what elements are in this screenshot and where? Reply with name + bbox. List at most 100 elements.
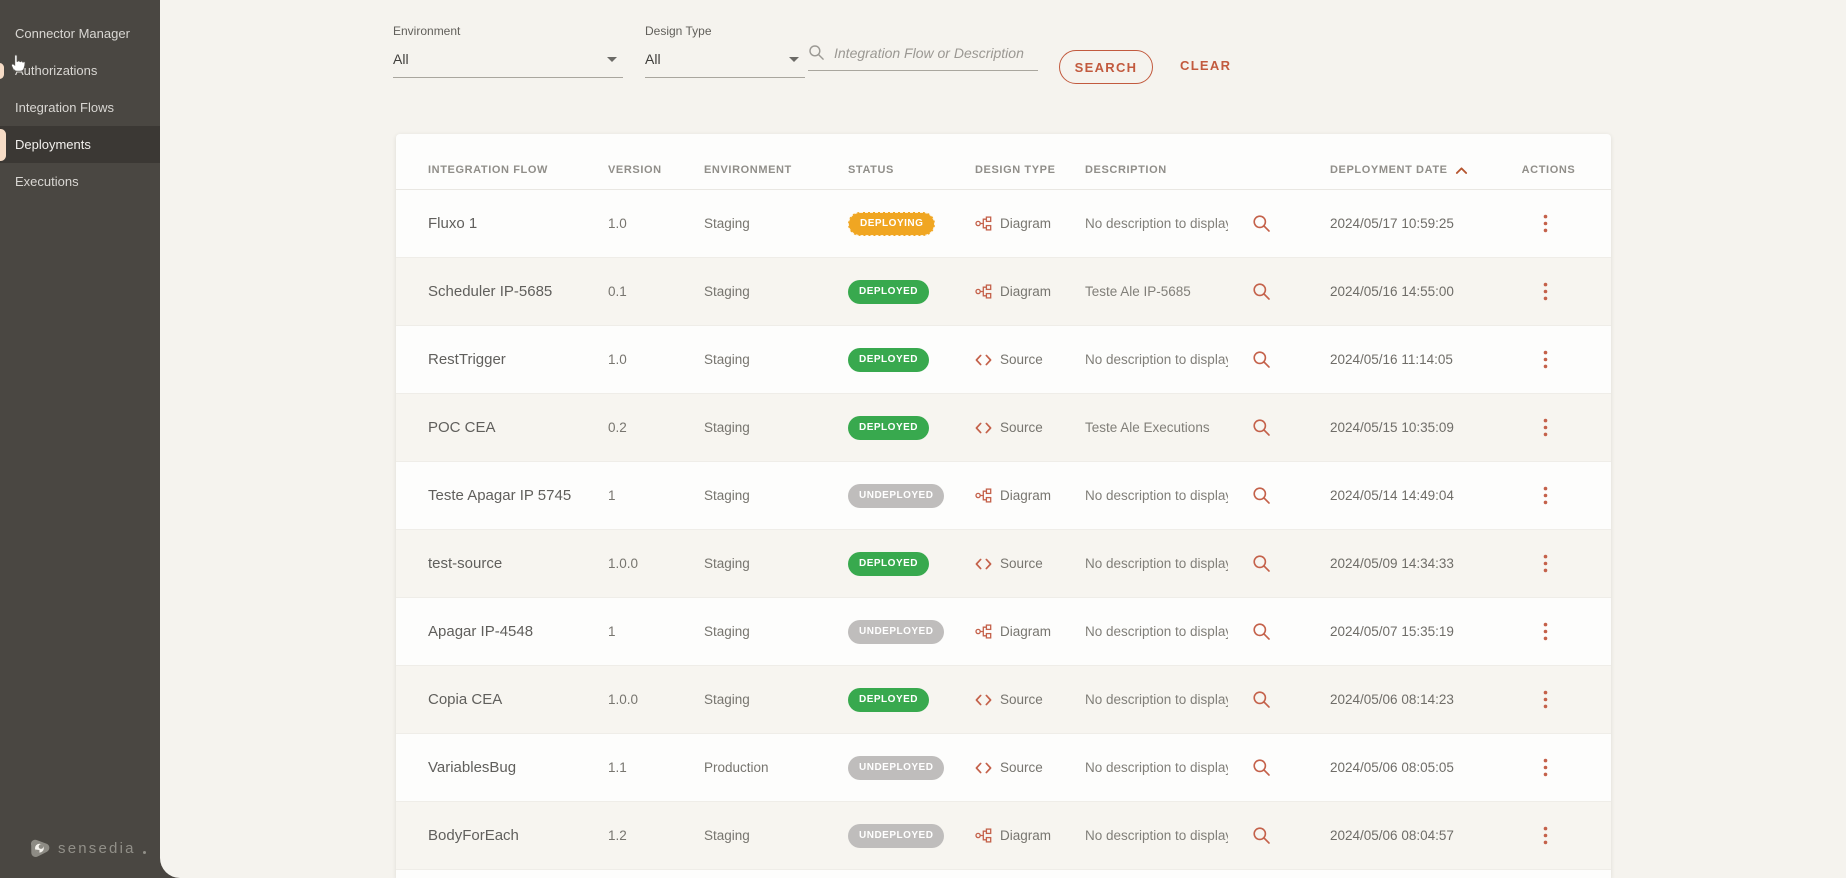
- code-brackets-icon: [975, 422, 992, 433]
- cell-version: 1: [608, 624, 616, 639]
- status-badge: UNDEPLOYED: [848, 755, 945, 780]
- row-actions-button[interactable]: [1539, 414, 1552, 441]
- magnifier-icon: [1253, 691, 1270, 708]
- status-badge: UNDEPLOYED: [848, 483, 945, 508]
- sidebar-item-deployments[interactable]: Deployments: [0, 126, 160, 163]
- design-type-label: Source: [1000, 760, 1043, 775]
- design-type-label: Diagram: [1000, 488, 1052, 503]
- cell-description: No description to display.: [1085, 828, 1228, 843]
- view-description-button[interactable]: [1248, 414, 1275, 441]
- cell-description-zoom: [1228, 414, 1330, 441]
- sidebar-item-executions[interactable]: Executions: [0, 163, 160, 200]
- table-row[interactable]: VariablesBug 1.1 Production UNDEPLOYED S…: [396, 734, 1611, 802]
- cell-status: UNDEPLOYED: [848, 823, 975, 848]
- magnifier-icon: [1253, 351, 1270, 368]
- cell-version: 1.1: [608, 760, 627, 775]
- cell-deployment-date: 2024/05/16 11:14:05: [1330, 352, 1453, 367]
- cell-actions: [1496, 278, 1611, 305]
- cell-environment: Staging: [704, 420, 750, 435]
- code-brackets-icon: [975, 558, 992, 569]
- cell-status: DEPLOYED: [848, 415, 975, 440]
- table-row[interactable]: Fluxo 1 1.0 Staging DEPLOYING Diagram No…: [396, 190, 1611, 258]
- cell-integration-flow: test-source: [428, 555, 503, 572]
- view-description-button[interactable]: [1248, 278, 1275, 305]
- sidebar-item-integration-flows[interactable]: Integration Flows: [0, 89, 160, 126]
- logo-text: sensedia: [58, 840, 136, 857]
- table-row[interactable]: RestTrigger 1.0 Staging DEPLOYED Source …: [396, 326, 1611, 394]
- cell-environment: Staging: [704, 216, 750, 231]
- view-description-button[interactable]: [1248, 210, 1275, 237]
- design-type-label: Source: [1000, 692, 1043, 707]
- view-description-button[interactable]: [1248, 754, 1275, 781]
- view-description-button[interactable]: [1248, 822, 1275, 849]
- column-header-design-type: DESIGN TYPE: [975, 164, 1056, 176]
- magnifier-icon: [1253, 487, 1270, 504]
- cell-version: 1.2: [608, 828, 627, 843]
- environment-select[interactable]: All: [393, 51, 623, 78]
- cell-design-type: Source: [975, 352, 1085, 367]
- cell-status: DEPLOYED: [848, 551, 975, 576]
- sensedia-logo: sensedia: [28, 837, 146, 860]
- table-row[interactable]: POC CEA 0.2 Staging DEPLOYED Source Test…: [396, 394, 1611, 462]
- cell-version: 1.0.0: [608, 692, 639, 707]
- row-actions-button[interactable]: [1539, 618, 1552, 645]
- cell-version: 1.0: [608, 216, 627, 231]
- cell-deployment-date: 2024/05/06 08:04:57: [1330, 828, 1454, 843]
- cell-description: No description to display.: [1085, 556, 1228, 571]
- magnifier-icon: [1253, 215, 1270, 232]
- search-filter: [808, 24, 1038, 71]
- view-description-button[interactable]: [1248, 482, 1275, 509]
- row-actions-button[interactable]: [1539, 210, 1552, 237]
- column-header-deployment-date[interactable]: DEPLOYMENT DATE: [1330, 164, 1496, 176]
- row-actions-button[interactable]: [1539, 686, 1552, 713]
- cell-version: 1: [608, 488, 616, 503]
- row-actions-button[interactable]: [1539, 822, 1552, 849]
- table-row[interactable]: test-source 1.0.0 Staging DEPLOYED Sourc…: [396, 530, 1611, 598]
- design-type-filter: Design Type All: [645, 24, 805, 78]
- diagram-nodes-icon: [975, 216, 992, 231]
- row-actions-button[interactable]: [1539, 754, 1552, 781]
- cell-design-type: Source: [975, 760, 1085, 775]
- cell-actions: [1496, 618, 1611, 645]
- search-button[interactable]: SEARCH: [1059, 50, 1153, 84]
- kebab-menu-icon: [1543, 282, 1548, 301]
- table-row[interactable]: Scheduler IP-5685 0.1 Staging DEPLOYED D…: [396, 258, 1611, 326]
- cell-description-zoom: [1228, 346, 1330, 373]
- column-header-actions: ACTIONS: [1521, 164, 1576, 176]
- row-actions-button[interactable]: [1539, 482, 1552, 509]
- clear-button[interactable]: CLEAR: [1180, 58, 1231, 73]
- filter-bar: Environment All Design Type All SEARC: [160, 0, 1846, 110]
- cell-status: UNDEPLOYED: [848, 483, 975, 508]
- view-description-button[interactable]: [1248, 550, 1275, 577]
- search-input[interactable]: [834, 44, 1024, 61]
- cell-deployment-date: 2024/05/06 08:05:05: [1330, 760, 1454, 775]
- view-description-button[interactable]: [1248, 686, 1275, 713]
- table-row[interactable]: BodyForEach 1.2 Staging UNDEPLOYED Diagr…: [396, 802, 1611, 870]
- row-actions-button[interactable]: [1539, 346, 1552, 373]
- cell-description-zoom: [1228, 550, 1330, 577]
- status-badge: DEPLOYED: [848, 687, 930, 712]
- design-type-label: Diagram: [1000, 828, 1052, 843]
- design-type-label: Diagram: [1000, 284, 1052, 299]
- sidebar-item-connector-manager[interactable]: Connector Manager: [0, 15, 160, 52]
- kebab-menu-icon: [1543, 826, 1548, 845]
- cell-description-zoom: [1228, 618, 1330, 645]
- cell-description-zoom: [1228, 754, 1330, 781]
- table-row[interactable]: Apagar IP-4548 1 Staging UNDEPLOYED Diag…: [396, 598, 1611, 666]
- view-description-button[interactable]: [1248, 618, 1275, 645]
- kebab-menu-icon: [1543, 418, 1548, 437]
- design-type-label: Source: [1000, 556, 1043, 571]
- table-row[interactable]: Teste Apagar IP 5745 1 Staging UNDEPLOYE…: [396, 462, 1611, 530]
- cell-design-type: Diagram: [975, 284, 1085, 299]
- row-actions-button[interactable]: [1539, 550, 1552, 577]
- code-brackets-icon: [975, 762, 992, 773]
- design-type-select[interactable]: All: [645, 51, 805, 78]
- kebab-menu-icon: [1543, 486, 1548, 505]
- row-actions-button[interactable]: [1539, 278, 1552, 305]
- cell-deployment-date: 2024/05/07 15:35:19: [1330, 624, 1454, 639]
- sidebar-item-label: Deployments: [15, 137, 91, 152]
- sidebar-item-authorizations[interactable]: Authorizations: [0, 52, 160, 89]
- table-row[interactable]: Copia CEA 1.0.0 Staging DEPLOYED Source …: [396, 666, 1611, 734]
- view-description-button[interactable]: [1248, 346, 1275, 373]
- cell-integration-flow: RestTrigger: [428, 351, 506, 368]
